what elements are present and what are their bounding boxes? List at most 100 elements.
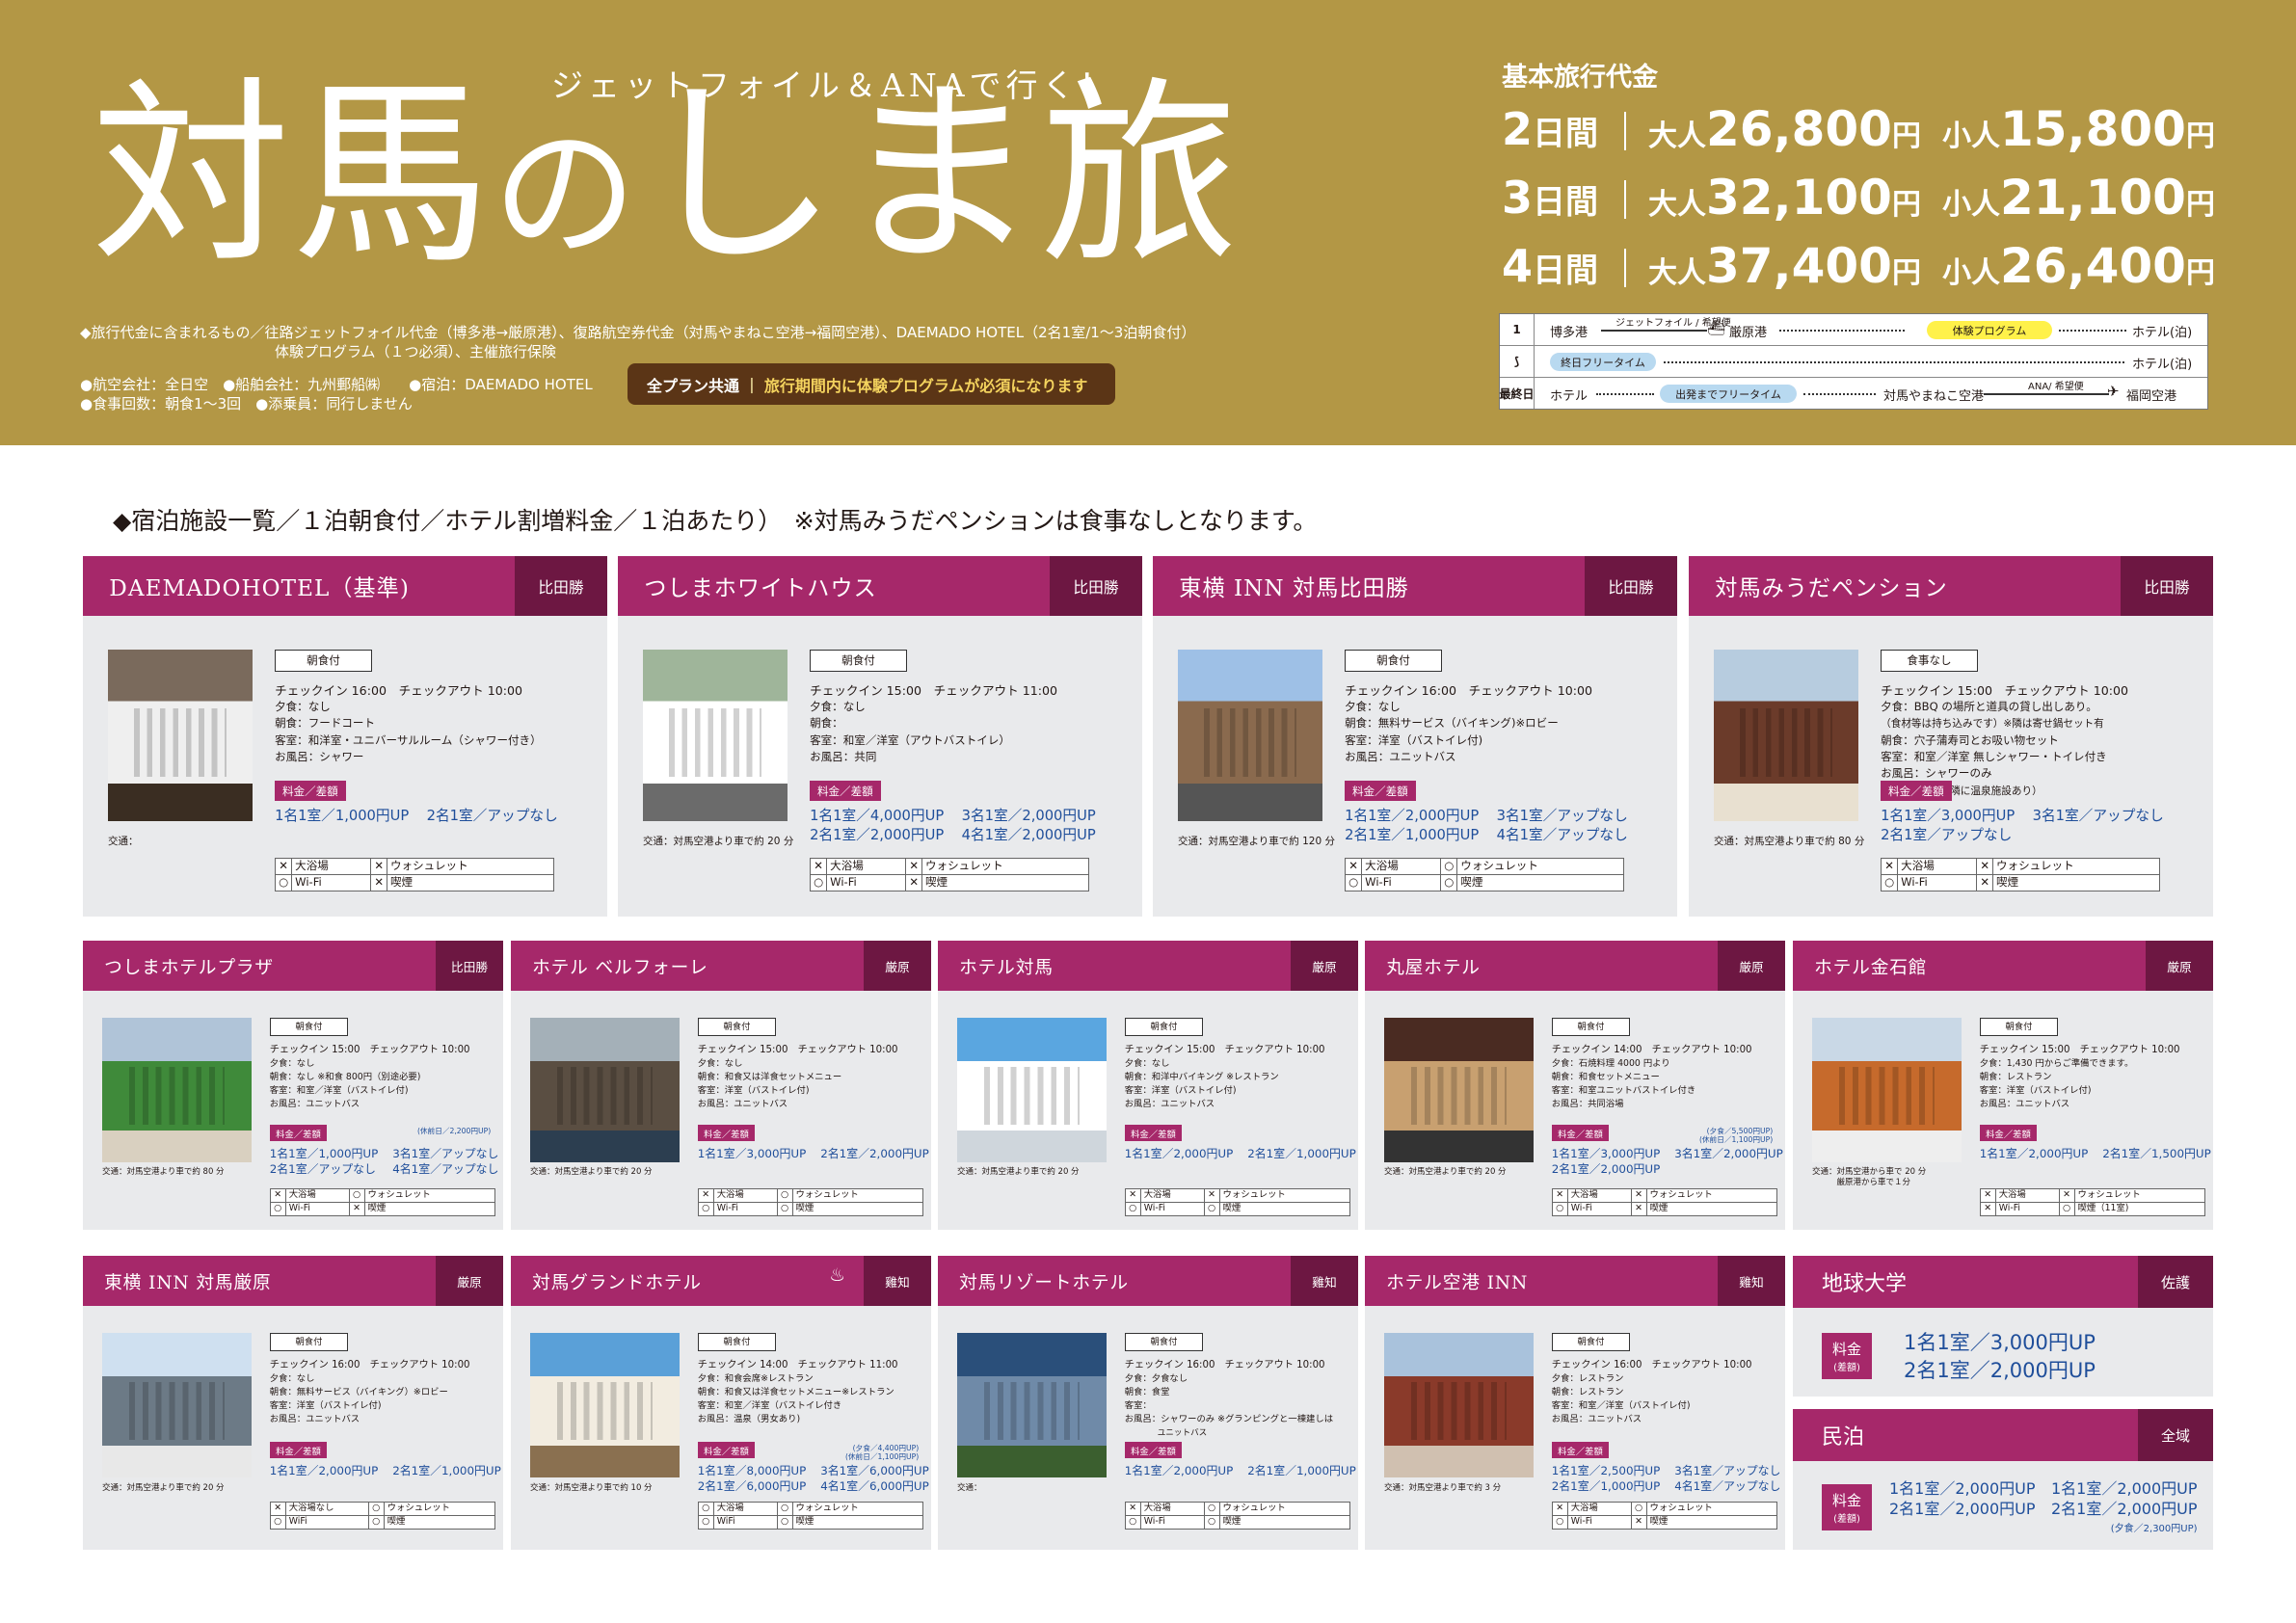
rate-label: 料金／差額 [1124, 1125, 1183, 1141]
transport-info: 交通： [957, 1483, 982, 1493]
rate-label: 料金／差額 [269, 1442, 328, 1458]
hotel-card: DAEMADOHOTEL（基準) 比田勝 朝食付 チェックイン 16:00 チェ… [83, 556, 607, 917]
transport-info: 交通：対馬空港より車で約 120 分 [1178, 836, 1336, 847]
hotel-card-header: 対馬グランドホテル 雞知 [511, 1256, 931, 1306]
hotel-info: チェックイン 16:00 チェックアウト 10:00 夕食：レストラン 朝食：レ… [1551, 1360, 1752, 1425]
hotel-card: 対馬みうだペンション 比田勝 食事なし チェックイン 15:00 チェックアウト… [1689, 556, 2213, 917]
hotel-card: 対馬グランドホテル 雞知 朝食付 チェックイン 14:00 チェックアウト 11… [511, 1256, 931, 1550]
hotel-card: ホテル ベルフォーレ 厳原 朝食付 チェックイン 15:00 チェックアウト 1… [511, 941, 931, 1230]
schedule-table: 1 博多港 ジェットフォイル / 希望便 ⛴ 厳原港 体験プログラム ホテル(泊… [1499, 313, 2208, 410]
hotel-name: 対馬グランドホテル [532, 1272, 702, 1293]
hotel-photo [643, 650, 788, 821]
amenity-table: ✕ 大浴場 ○ ウォシュレット ○ Wi-Fi ○ 喫煙 [697, 1188, 924, 1216]
rate-list: 1名1室／3,000円UP 2名1室／アップなし [1881, 808, 2016, 844]
transport-info: 交通：対馬空港より車で約 80 分 [102, 1167, 225, 1177]
hotel-card: 対馬リゾートホテル 雞知 朝食付 チェックイン 16:00 チェックアウト 10… [938, 1256, 1358, 1550]
hotel-name: 東横 INN 対馬厳原 [104, 1272, 272, 1293]
rate-list: 1名1室／2,500円UP 2名1室／1,000円UP [1551, 1464, 1661, 1494]
hotel-info: チェックイン 14:00 チェックアウト 10:00 夕食：石焼料理 4000 … [1551, 1045, 1752, 1110]
hotel-name: つしまホテルプラザ [104, 957, 274, 978]
header-banner: ジェットフォイル＆ANAで行く！ 対馬のしま旅 ◆旅行代金に含まれるもの／往路ジ… [0, 0, 2296, 445]
area-tag: 比田勝 [436, 941, 503, 991]
rate-label: 料金／差額 [697, 1442, 756, 1458]
hotel-card-header: DAEMADOHOTEL（基準) 比田勝 [83, 556, 607, 616]
amenity-table: ✕ 大浴場 ✕ ウォシュレット ✕ Wi-Fi ○ 喫煙（11室) [1979, 1188, 2206, 1216]
amenity-table: ✕ 大浴場 ✕ ウォシュレット ○ Wi-Fi ○ 喫煙 [1124, 1188, 1351, 1216]
meal-tag: 朝食付 [1124, 1018, 1204, 1036]
amenity-table: ○ 大浴場 ○ ウォシュレット ○ WiFi ○ 喫煙 [697, 1502, 924, 1530]
rate-list: 1名1室／3,000円UP 2名1室／2,000円UP [1551, 1147, 1661, 1177]
hotel-photo [530, 1018, 680, 1162]
hotel-name: ホテル ベルフォーレ [532, 957, 708, 978]
hotel-name: 対馬みうだペンション [1715, 576, 1948, 601]
hotel-photo [1714, 650, 1858, 821]
amenity-table: ✕ 大浴場 ○ ウォシュレット ○ Wi-Fi ✕ 喫煙 [1551, 1502, 1778, 1530]
hotel-name: ホテル対馬 [959, 957, 1054, 978]
area-tag: 厳原 [2146, 941, 2213, 991]
meal-tag: 食事なし [1881, 650, 1978, 673]
card-chikyu: 地球大学 佐護 料金 (差額) 1名1室／3,000円UP 2名1室／2,000円UP [1793, 1256, 2213, 1397]
amenity-table: ✕ 大浴場 ○ ウォシュレット ○ Wi-Fi ○ 喫煙 [1345, 858, 1624, 891]
hotel-card: ホテル空港 INN 雞知 朝食付 チェックイン 16:00 チェックアウト 10… [1365, 1256, 1785, 1550]
hotel-card-header: ホテル対馬 厳原 [938, 941, 1358, 991]
hotel-info: チェックイン 15:00 チェックアウト 10:00 夕食：1,430 円からご… [1979, 1045, 2180, 1110]
rate-label: 料金／差額 [1124, 1442, 1183, 1458]
rate-label: 料金／差額 [697, 1125, 756, 1141]
hotel-photo [102, 1018, 252, 1162]
price-row: 4日間 大人37,400円 小人26,400円 [1502, 238, 2215, 294]
rate-list: 1名1室／2,000円UP [1124, 1464, 1234, 1478]
rate-label: 料金／差額 [1881, 781, 1952, 801]
transport-info: 交通：対馬空港より車で約 20 分 [957, 1167, 1080, 1177]
area-tag: 比田勝 [515, 556, 607, 616]
meal-tag: 朝食付 [1345, 650, 1442, 673]
area-tag: 比田勝 [2121, 556, 2213, 616]
hotel-card: ホテル金石館 厳原 朝食付 チェックイン 15:00 チェックアウト 10:00… [1793, 941, 2213, 1230]
hotel-info: チェックイン 15:00 チェックアウト 11:00 夕食：なし 朝食： 客室：… [810, 682, 1058, 763]
hotel-card: つしまホワイトハウス 比田勝 朝食付 チェックイン 15:00 チェックアウト … [618, 556, 1142, 917]
hotel-card: ホテル対馬 厳原 朝食付 チェックイン 15:00 チェックアウト 10:00 … [938, 941, 1358, 1230]
rate-list: 1名1室／1,000円UP [275, 808, 410, 825]
hotel-photo [530, 1333, 680, 1477]
hotel-info: チェックイン 16:00 チェックアウト 10:00 夕食：なし 朝食：フードコ… [275, 682, 542, 763]
meal-tag: 朝食付 [697, 1018, 777, 1036]
schedule-row-day1: 1 博多港 ジェットフォイル / 希望便 ⛴ 厳原港 体験プログラム ホテル(泊… [1500, 314, 2207, 346]
rate-label: 料金／差額 [1551, 1442, 1610, 1458]
hotel-info: チェックイン 14:00 チェックアウト 11:00 夕食：和食会席※レストラン… [697, 1360, 898, 1425]
hotel-photo [102, 1333, 252, 1477]
price-row: 2日間 大人26,800円 小人15,800円 [1502, 101, 2215, 157]
rate-note: (休前日／2,200円UP) [416, 1126, 492, 1135]
hotel-name: 丸屋ホテル [1386, 957, 1481, 978]
hotel-name: DAEMADOHOTEL（基準) [109, 576, 410, 601]
hotel-name: 東横 INN 対馬比田勝 [1179, 576, 1409, 601]
hotel-card: 丸屋ホテル 厳原 朝食付 チェックイン 14:00 チェックアウト 10:00 … [1365, 941, 1785, 1230]
hotel-name: 対馬リゾートホテル [959, 1272, 1129, 1293]
hotel-card: 東横 INN 対馬比田勝 比田勝 朝食付 チェックイン 16:00 チェックアウ… [1153, 556, 1677, 917]
amenity-table: ✕ 大浴場 ○ ウォシュレット ○ Wi-Fi ○ 喫煙 [1124, 1502, 1351, 1530]
hotel-card-header: ホテル ベルフォーレ 厳原 [511, 941, 931, 991]
hotel-photo [957, 1018, 1107, 1162]
hotel-card: 東横 INN 対馬厳原 厳原 朝食付 チェックイン 16:00 チェックアウト … [83, 1256, 503, 1550]
rate-label: 料金／差額 [1979, 1125, 2038, 1141]
hotel-info: チェックイン 15:00 チェックアウト 10:00 夕食：なし 朝食：和食又は… [697, 1045, 898, 1110]
transport-info: 交通：対馬空港より車で約 10 分 [530, 1483, 653, 1493]
meal-tag: 朝食付 [1124, 1333, 1204, 1351]
hot-spring-icon: ♨ [829, 1265, 846, 1287]
rate-list: 1名1室／2,000円UP [269, 1464, 379, 1478]
meal-tag: 朝食付 [269, 1333, 349, 1351]
hotel-card: つしまホテルプラザ 比田勝 朝食付 チェックイン 15:00 チェックアウト 1… [83, 941, 503, 1230]
meal-tag: 朝食付 [810, 650, 907, 673]
hotel-photo [1178, 650, 1322, 821]
hotel-info: チェックイン 16:00 チェックアウト 10:00 夕食：なし 朝食：無料サー… [269, 1360, 470, 1425]
amenity-table: ✕ 大浴場なし ○ ウォシュレット ○ WiFi ○ 喫煙 [269, 1502, 496, 1530]
rate-list: 1名1室／2,000円UP [1979, 1147, 2089, 1161]
area-tag: 厳原 [864, 941, 931, 991]
meal-tag: 朝食付 [269, 1018, 349, 1036]
hotel-card-header: ホテル空港 INN 雞知 [1365, 1256, 1785, 1306]
hotel-name: ホテル空港 INN [1386, 1272, 1529, 1293]
rate-list: 1名1室／2,000円UP 2名1室／1,000円UP [1345, 808, 1480, 844]
price-row: 3日間 大人32,100円 小人21,100円 [1502, 170, 2215, 226]
rate-list: 1名1室／1,000円UP 2名1室／アップなし [269, 1147, 379, 1177]
hotel-info: チェックイン 15:00 チェックアウト 10:00 夕食：なし 朝食：なし ※… [269, 1045, 470, 1110]
hotel-info: チェックイン 15:00 チェックアウト 10:00 夕食：なし 朝食：和洋中バ… [1124, 1045, 1325, 1110]
hotel-card-header: つしまホテルプラザ 比田勝 [83, 941, 503, 991]
